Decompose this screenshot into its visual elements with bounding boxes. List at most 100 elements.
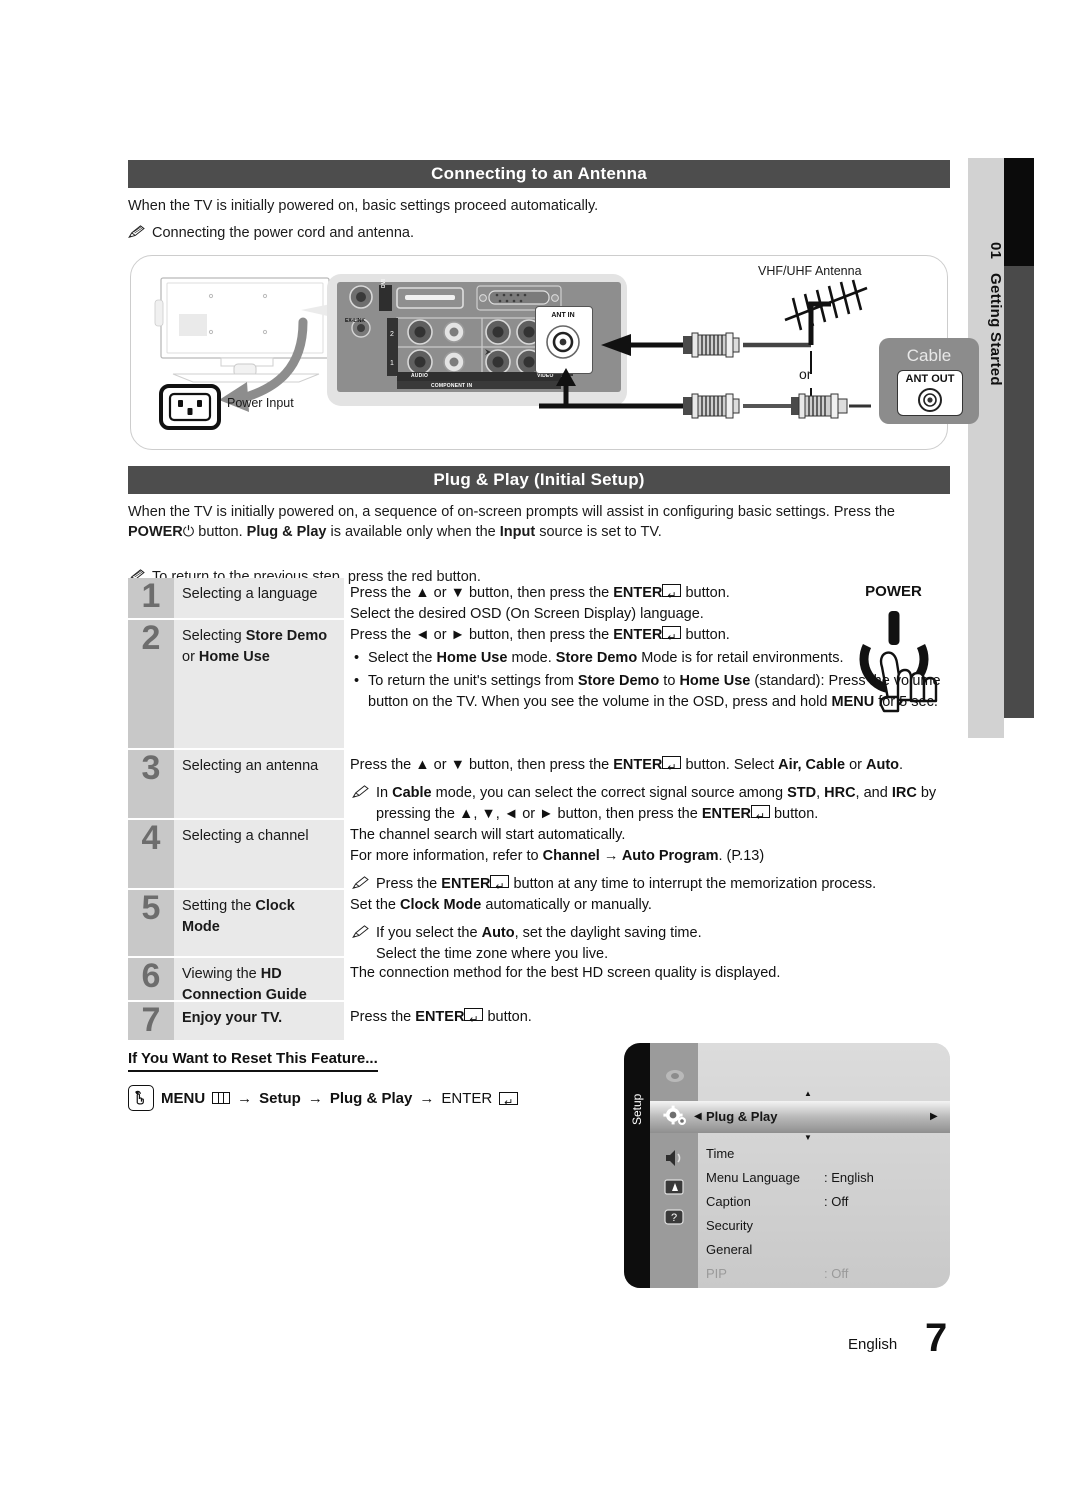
ant-out-port: ANT OUT: [897, 370, 963, 416]
section-header-antenna-text: Connecting to an Antenna: [431, 164, 647, 183]
step-description: Set the Clock Mode automatically or manu…: [350, 890, 950, 965]
step-label-text: Selecting an antenna: [182, 758, 319, 774]
osd-item-caption[interactable]: Caption: [706, 1194, 751, 1209]
vhf-uhf-antenna-icon: [784, 279, 868, 331]
step-description: The connection method for the best HD sc…: [350, 958, 950, 993]
step-label-bold: Store Demo: [245, 628, 328, 644]
table-row: 2 Selecting Store Demo or Home Use Press…: [128, 620, 950, 748]
chevron-down-icon: ▼: [804, 1133, 812, 1142]
step-description: Press the ▲ or ▼ button, then press the …: [350, 578, 950, 625]
section-header-plugplay-text: Plug & Play (Initial Setup): [433, 470, 645, 489]
vhf-uhf-antenna-label: VHF/UHF Antenna: [758, 264, 862, 278]
osd-item-label: General: [706, 1242, 753, 1257]
plugplay-input-word: Input: [499, 524, 536, 540]
picture-icon: [666, 1070, 684, 1082]
table-row: 3 Selecting an antenna Press the ▲ or ▼ …: [128, 750, 950, 823]
coax-connector-top: [683, 332, 740, 358]
plugplay-intro-1: When the TV is initially powered on, a s…: [128, 504, 895, 520]
pencil-note-icon: [352, 785, 369, 799]
svg-text:?: ?: [671, 1212, 677, 1224]
antenna-diagram: Power Input 2 1 EX-LINK DVI AUDIO VIDEO …: [130, 255, 979, 450]
chapter-number: 01: [987, 241, 1004, 260]
osd-item-time[interactable]: Time: [706, 1146, 734, 1161]
plugplay-intro: When the TV is initially powered on, a s…: [128, 502, 948, 542]
step-line: The connection method for the best HD sc…: [350, 965, 781, 981]
antenna-intro: When the TV is initially powered on, bas…: [128, 198, 599, 214]
osd-item-plug-play[interactable]: Plug & Play: [706, 1109, 778, 1124]
chevron-up-icon: ▲: [804, 1089, 812, 1098]
step-note: In Cable mode, you can select the correc…: [350, 783, 950, 825]
enter-icon: ↵: [662, 626, 682, 644]
plugplay-power-word: POWER: [128, 524, 183, 540]
step-line: Press the ▲ or ▼ button, then press the …: [350, 756, 904, 774]
chapter-title: Getting Started: [987, 273, 1004, 387]
osd-item-security[interactable]: Security: [706, 1218, 753, 1233]
step-number: 1: [128, 578, 174, 618]
gear-icon: [663, 1105, 686, 1125]
page-number: 7: [925, 1316, 948, 1360]
table-row: 7 Enjoy your TV. Press the ENTER ↵ button…: [128, 1002, 950, 1040]
osd-value-menu-language: : English: [824, 1170, 874, 1185]
step-number: 6: [128, 958, 174, 1000]
step-label-bold: Enjoy your TV.: [182, 1010, 283, 1026]
section-header-antenna: Connecting to an Antenna: [128, 160, 950, 188]
chevron-left-icon: ◀: [694, 1111, 702, 1122]
reset-feature-path: MENU → Setup → Plug & Play → ENTER ↵: [128, 1085, 519, 1111]
plugplay-intro-3: is available only when the: [330, 524, 496, 540]
cable-box-title: Cable: [906, 346, 952, 365]
step-number: 5: [128, 890, 174, 956]
enter-icon: ↵: [750, 805, 770, 823]
step-line: The channel search will start automatica…: [350, 827, 626, 843]
step-description: Press the ◄ or ► button, then press the …: [350, 620, 950, 713]
sound-icon: [666, 1150, 681, 1166]
plugplay-intro-2: button.: [198, 524, 243, 540]
hand-press-icon: [128, 1085, 154, 1111]
reset-path-enter: ENTER: [441, 1089, 493, 1107]
step-label-text: Selecting: [182, 628, 246, 644]
step-label-text: Setting the: [182, 898, 256, 914]
antenna-note-text: Connecting the power cord and antenna.: [152, 225, 414, 241]
reset-arrow-3: →: [419, 1089, 435, 1107]
step-number: 4: [128, 820, 174, 888]
section-header-plugplay: Plug & Play (Initial Setup): [128, 466, 950, 494]
enter-icon: ↵: [662, 584, 682, 602]
osd-item-pip[interactable]: PIP: [706, 1266, 727, 1281]
step-label: Viewing the HD Connection Guide: [174, 958, 344, 1003]
step-line: Press the ◄ or ► button, then press the …: [350, 626, 730, 644]
step-label: Selecting Store Demo or Home Use: [174, 620, 344, 748]
step-label: Selecting an antenna: [174, 750, 344, 818]
osd-item-label: Security: [706, 1218, 753, 1233]
osd-item-general[interactable]: General: [706, 1242, 752, 1257]
osd-item-label: Plug & Play: [706, 1109, 778, 1124]
enter-icon: ↵: [662, 756, 682, 774]
menu-icon: [212, 1092, 231, 1104]
step-label-text: Selecting a channel: [182, 828, 309, 844]
step-line: For more information, refer to Channel →…: [350, 848, 765, 864]
coax-connector-bottom-left: [683, 393, 740, 419]
step-label: Setting the Clock Mode: [174, 890, 344, 956]
table-row: 6 Viewing the HD Connection Guide The co…: [128, 958, 950, 1003]
chapter-tab-black: [1004, 158, 1034, 266]
or-label: or: [799, 366, 812, 382]
osd-sidebar-title: Setup: [630, 1093, 644, 1125]
osd-item-menu-language[interactable]: Menu Language: [706, 1170, 800, 1185]
osd-item-label: PIP: [706, 1266, 727, 1281]
pencil-note-icon: [128, 225, 145, 239]
pencil-note-icon: [352, 876, 369, 890]
plugplay-intro-4: source is set to TV.: [539, 524, 662, 540]
manual-page: 01 Getting Started Connecting to an Ante…: [0, 0, 1080, 1494]
osd-screenshot: Setup ? Plug & Play ◀ ▶ ▲ ▼ Time Menu La…: [624, 1043, 950, 1288]
antenna-note: Connecting the power cord and antenna.: [128, 223, 952, 243]
table-row: 5 Setting the Clock Mode Set the Clock M…: [128, 890, 950, 962]
step-label-text: Selecting a language: [182, 586, 318, 602]
step-description: Press the ENTER ↵ button.: [350, 1002, 950, 1037]
ant-out-connector-icon: [918, 388, 942, 412]
plugplay-pp-word: Plug & Play: [246, 524, 327, 540]
pencil-note-icon: [352, 925, 369, 939]
reset-path-plugplay: Plug & Play: [329, 1089, 413, 1107]
step-line: Set the Clock Mode automatically or manu…: [350, 897, 652, 913]
step-bullet: To return the unit's settings from Store…: [350, 671, 950, 713]
step-label-text: or: [182, 649, 199, 665]
footer-language: English: [848, 1336, 898, 1353]
enter-icon: ↵: [490, 875, 510, 893]
